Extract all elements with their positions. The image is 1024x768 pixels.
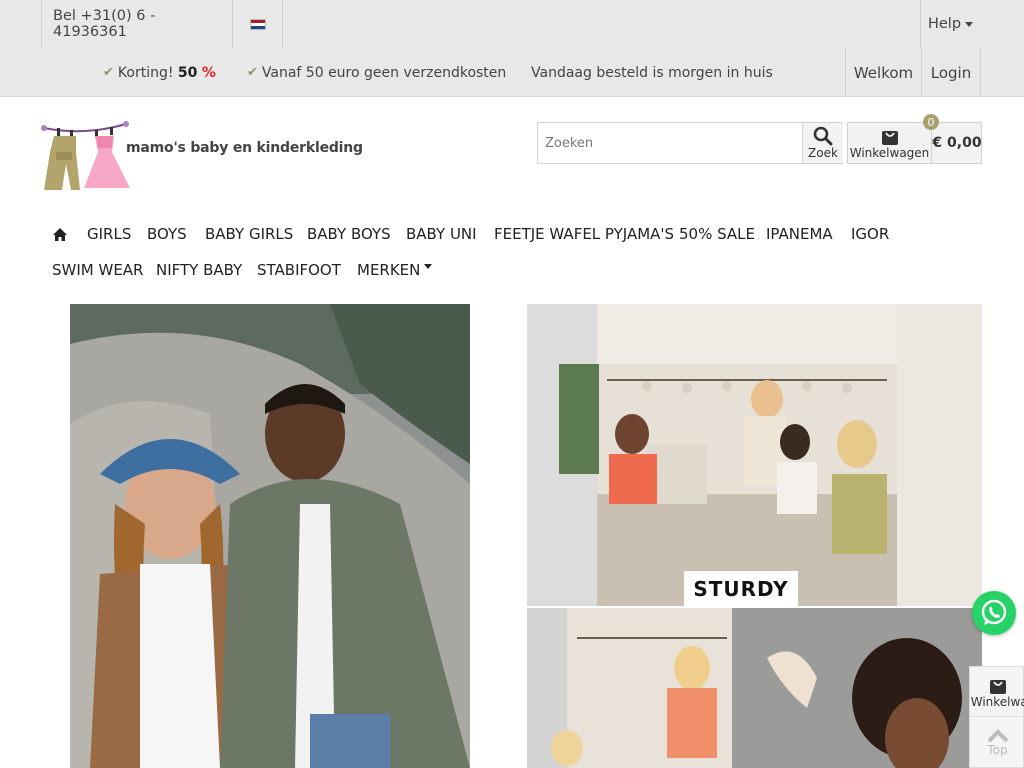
banner-kids-summer[interactable]: [527, 608, 982, 768]
main-nav: GIRLS BOYS BABY GIRLS BABY BOYS BABY UNI…: [0, 216, 1024, 288]
usp-discount-prefix: Korting!: [117, 64, 174, 81]
nav-item-boys[interactable]: BOYS: [147, 216, 187, 252]
banner-photo-summer: [527, 608, 982, 768]
nav-item-stabifoot[interactable]: STABIFOOT: [257, 252, 341, 288]
usp-row: ✔ Korting! 50 % ✔ Vanaf 50 euro geen ver…: [0, 48, 1024, 97]
banner-photo-kids: [70, 304, 470, 768]
shopping-bag-icon: [881, 131, 898, 145]
search-input[interactable]: [538, 123, 802, 163]
whatsapp-button[interactable]: [972, 591, 1016, 635]
phone-link[interactable]: Bel +31(0) 6 - 41936361: [41, 0, 233, 48]
nav-item-merken[interactable]: MERKEN: [357, 252, 433, 288]
logo-text: mamo's baby en kinderkleding: [126, 140, 363, 156]
usp-shipping: ✔ Vanaf 50 euro geen verzendkosten: [247, 48, 506, 97]
nav-item-baby-uni[interactable]: BABY UNI: [406, 216, 477, 252]
nav-item-igor[interactable]: IGOR: [851, 216, 889, 252]
banner-sturdy-van[interactable]: STURDY: [527, 304, 982, 606]
usp-shipping-text: Vanaf 50 euro geen verzendkosten: [261, 64, 507, 81]
nav-item-baby-girls[interactable]: BABY GIRLS: [205, 216, 293, 252]
check-icon: ✔: [103, 65, 114, 80]
sturdy-brand-label: STURDY: [684, 571, 798, 606]
check-icon: ✔: [247, 65, 258, 80]
banner-photo-van: [527, 304, 982, 606]
cart-count-badge: 0: [923, 114, 939, 130]
floating-cart-label: Winkelwagen: [970, 694, 1024, 709]
nav-item-swim-wear[interactable]: SWIM WEAR: [52, 252, 143, 288]
cart-label: Winkelwagen: [849, 146, 930, 160]
usp-discount-value: 50: [177, 64, 198, 81]
language-selector[interactable]: [233, 0, 283, 48]
nav-item-ipanema[interactable]: IPANEMA: [766, 216, 833, 252]
nav-home[interactable]: [52, 216, 68, 252]
cart-widget[interactable]: Winkelwagen € 0,00 0: [847, 114, 982, 164]
nav-item-baby-boys[interactable]: BABY BOYS: [307, 216, 391, 252]
search-form: Zoek: [537, 122, 843, 164]
search-button-label: Zoek: [808, 146, 838, 160]
cart-button[interactable]: Winkelwagen: [848, 123, 932, 163]
back-to-top-label: Top: [987, 743, 1008, 757]
shopping-bag-icon: [989, 679, 1006, 694]
usp-discount: ✔ Korting! 50 %: [103, 48, 216, 97]
floating-cart-button[interactable]: Winkelwagen: [970, 667, 1024, 717]
welkom-link[interactable]: Welkom: [845, 48, 921, 97]
dutch-flag-icon: [249, 18, 266, 30]
search-icon: [813, 126, 833, 146]
nav-item-girls[interactable]: GIRLS: [87, 216, 131, 252]
usp-delivery: Vandaag besteld is morgen in huis: [531, 48, 773, 97]
nav-item-feetje-wafel[interactable]: FEETJE WAFEL PYJAMA'S: [494, 216, 674, 252]
floating-side-panel: Winkelwagen Top: [969, 666, 1024, 768]
welkom-label: Welkom: [853, 63, 914, 82]
nav-item-sale[interactable]: 50% SALE: [679, 216, 755, 252]
phone-number: Bel +31(0) 6 - 41936361: [53, 8, 156, 40]
cart-total: € 0,00: [932, 135, 982, 151]
top-bar: Bel +31(0) 6 - 41936361 Help ✔ Korting! …: [0, 0, 1024, 97]
caret-down-icon: [424, 263, 433, 269]
help-label: Help: [927, 16, 962, 32]
site-logo[interactable]: mamo's baby en kinderkleding: [40, 118, 363, 194]
caret-down-icon: [965, 21, 974, 27]
usp-delivery-text: Vandaag besteld is morgen in huis: [531, 64, 773, 81]
top-bar-row: Bel +31(0) 6 - 41936361 Help: [0, 0, 1024, 48]
login-link[interactable]: Login: [921, 48, 981, 97]
clothesline-logo-icon: [41, 121, 130, 190]
help-dropdown[interactable]: Help: [920, 0, 980, 48]
search-button[interactable]: Zoek: [802, 123, 843, 163]
back-to-top-button[interactable]: Top: [970, 719, 1024, 767]
chevron-up-icon: [987, 729, 1008, 743]
home-icon: [53, 227, 67, 241]
banner-kids-rocks[interactable]: [70, 304, 470, 768]
whatsapp-icon: [981, 599, 1007, 625]
login-label: Login: [930, 63, 972, 82]
nav-item-merken-label: MERKEN: [357, 261, 421, 279]
usp-discount-percent: %: [201, 64, 216, 81]
nav-item-nifty-baby[interactable]: NIFTY BABY: [156, 252, 242, 288]
